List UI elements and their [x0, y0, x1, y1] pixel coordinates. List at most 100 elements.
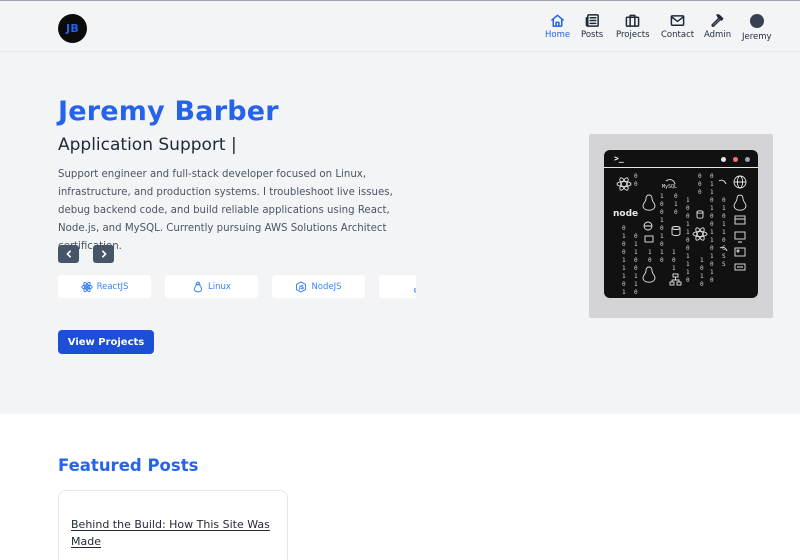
- svg-text:1: 1: [634, 241, 638, 248]
- svg-text:0: 0: [686, 277, 690, 284]
- globe-icon: [733, 175, 747, 189]
- site-header: JB Home Posts Projects Contact Admin Jer…: [0, 1, 800, 52]
- svg-text:1: 1: [722, 221, 726, 228]
- terminal-dot-icon: [733, 157, 738, 162]
- svg-text:0: 0: [634, 233, 638, 240]
- chevron-right-icon: [101, 250, 106, 258]
- svg-text:0: 0: [660, 209, 664, 216]
- svg-text:1: 1: [710, 189, 714, 196]
- skills-next-button[interactable]: [93, 245, 114, 263]
- svg-text:1: 1: [622, 257, 626, 264]
- linux-icon: [642, 266, 656, 283]
- svg-text:1: 1: [634, 273, 638, 280]
- svg-text:0: 0: [710, 277, 714, 284]
- featured-posts-heading: Featured Posts: [58, 456, 199, 475]
- nav-contact[interactable]: Contact: [661, 13, 694, 40]
- hero-section: Jeremy Barber Application Support | Supp…: [0, 52, 800, 414]
- svg-text:1: 1: [710, 205, 714, 212]
- site-logo[interactable]: JB: [58, 14, 87, 43]
- post-title-link[interactable]: Behind the Build: How This Site Was Made: [71, 517, 276, 550]
- skill-label: Linux: [208, 281, 231, 292]
- globe-icon: [643, 221, 653, 231]
- nav-posts[interactable]: Posts: [581, 13, 603, 40]
- svg-text:0: 0: [674, 193, 678, 200]
- svg-text:0: 0: [660, 225, 664, 232]
- network-icon: [669, 273, 682, 286]
- nav-home[interactable]: Home: [545, 13, 570, 40]
- linux-icon: [193, 281, 203, 292]
- svg-text:0: 0: [710, 261, 714, 268]
- svg-text:0: 0: [710, 221, 714, 228]
- svg-text:1: 1: [660, 193, 664, 200]
- svg-text:0: 0: [634, 257, 638, 264]
- svg-text:S: S: [722, 261, 726, 268]
- skill-pill-reactjs[interactable]: ReactJS: [58, 275, 151, 298]
- view-projects-button[interactable]: View Projects: [58, 330, 154, 354]
- terminal-title-bar: >_: [604, 150, 758, 168]
- svg-text:0: 0: [634, 265, 638, 272]
- svg-text:1: 1: [686, 261, 690, 268]
- post-card[interactable]: Behind the Build: How This Site Was Made: [58, 490, 288, 560]
- svg-text:0: 0: [634, 289, 638, 296]
- svg-text:0: 0: [622, 249, 626, 256]
- svg-text:0: 0: [634, 173, 638, 180]
- svg-text:1: 1: [622, 273, 626, 280]
- svg-text:0: 0: [686, 213, 690, 220]
- nav-projects[interactable]: Projects: [616, 13, 650, 40]
- terminal-window: >_ node MySQL 0 0 1 0 0 1 0 1 0 1 0 0 1 …: [604, 150, 758, 298]
- home-icon: [551, 14, 564, 27]
- svg-text:S: S: [722, 253, 726, 260]
- skill-pill-network[interactable]: N: [379, 275, 416, 298]
- svg-text:1: 1: [634, 249, 638, 256]
- svg-text:1: 1: [722, 205, 726, 212]
- react-icon: [80, 281, 93, 292]
- svg-text:0: 0: [710, 173, 714, 180]
- nav-home-label: Home: [545, 30, 571, 40]
- svg-text:0: 0: [648, 257, 652, 264]
- briefcase-icon: [625, 14, 640, 27]
- nav-user-menu[interactable]: Jeremy: [742, 13, 772, 42]
- avatar-icon: [749, 14, 764, 28]
- svg-text:0: 0: [660, 241, 664, 248]
- svg-text:0: 0: [660, 201, 664, 208]
- svg-text:1: 1: [686, 221, 690, 228]
- skills-prev-button[interactable]: [58, 245, 79, 263]
- monitor-icon: [734, 231, 746, 243]
- nav-projects-label: Projects: [616, 30, 650, 40]
- svg-text:1: 1: [634, 281, 638, 288]
- terminal-illustration: >_ node MySQL 0 0 1 0 0 1 0 1 0 1 0 0 1 …: [589, 134, 773, 318]
- svg-text:1: 1: [648, 249, 652, 256]
- chevron-left-icon: [66, 250, 71, 258]
- svg-text:1: 1: [660, 233, 664, 240]
- logo-initials: JB: [66, 22, 79, 35]
- svg-text:0: 0: [672, 257, 676, 264]
- svg-text:1: 1: [660, 249, 664, 256]
- svg-text:0: 0: [622, 281, 626, 288]
- hero-name: Jeremy Barber: [58, 96, 279, 127]
- svg-text:1: 1: [686, 269, 690, 276]
- svg-text:0: 0: [700, 265, 704, 272]
- monitor-icon: [644, 235, 654, 243]
- svg-text:1: 1: [622, 265, 626, 272]
- svg-text:0: 0: [698, 189, 702, 196]
- skill-pill-nodejs[interactable]: NodeJS: [272, 275, 365, 298]
- svg-text:0: 0: [710, 245, 714, 252]
- svg-text:1: 1: [622, 289, 626, 296]
- svg-text:C: C: [722, 245, 726, 252]
- svg-text:0: 0: [622, 241, 626, 248]
- svg-text:0: 0: [698, 173, 702, 180]
- skill-pill-linux[interactable]: Linux: [165, 275, 258, 298]
- keyboard-icon: [734, 263, 746, 271]
- svg-text:1: 1: [686, 253, 690, 260]
- nav-admin[interactable]: Admin: [704, 13, 731, 40]
- dolphin-icon: [718, 179, 727, 185]
- svg-text:0: 0: [700, 281, 704, 288]
- browser-icon: [734, 215, 746, 225]
- svg-text:1: 1: [700, 257, 704, 264]
- svg-text:0: 0: [710, 213, 714, 220]
- svg-text:0: 0: [686, 245, 690, 252]
- svg-text:1: 1: [710, 229, 714, 236]
- nav-posts-label: Posts: [581, 30, 604, 40]
- svg-text:0: 0: [686, 237, 690, 244]
- skills-carousel[interactable]: ReactJS Linux NodeJS N: [58, 275, 416, 299]
